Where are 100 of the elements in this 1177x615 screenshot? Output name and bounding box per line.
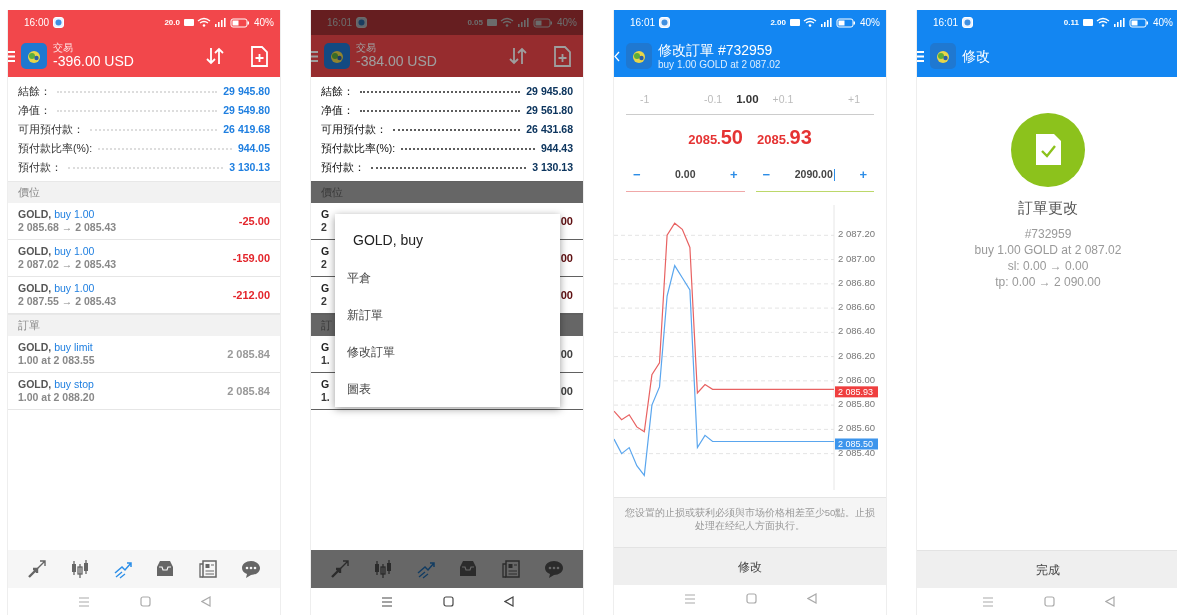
menu-item[interactable]: 圖表	[347, 370, 548, 407]
done-button[interactable]: 完成	[917, 550, 1177, 588]
price-range: 2 085.68 → 2 085.43	[18, 221, 117, 233]
candlestick-icon[interactable]	[373, 559, 393, 579]
section-title: 訂單	[18, 317, 40, 333]
symbol-label: G	[321, 341, 330, 354]
symbol-label: G	[321, 208, 330, 221]
axis-label: 2 086.80	[838, 276, 875, 288]
battery-level: 40%	[860, 16, 880, 30]
screen-title: 修改訂單 #732959	[658, 42, 774, 59]
arrows-icon[interactable]	[330, 559, 351, 579]
arrows-icon[interactable]	[27, 559, 48, 579]
price-quote: 2085.93	[757, 124, 812, 150]
summary-label: 預付款：	[18, 159, 62, 175]
inbox-icon[interactable]	[458, 559, 479, 579]
profit-value: 2 085.84	[227, 346, 270, 362]
field-value: 2090.00	[794, 166, 835, 183]
recents-icon[interactable]	[380, 596, 393, 607]
summary-value: 944.43	[540, 140, 573, 156]
notification-icon	[659, 17, 671, 28]
trend-icon[interactable]	[415, 559, 436, 579]
price-range: 2 087.55 → 2 085.43	[18, 295, 117, 307]
axis-label: 2 086.60	[838, 301, 875, 313]
app-logo-icon	[324, 43, 350, 69]
home-icon[interactable]	[442, 596, 454, 607]
result-detail: #732959	[1024, 225, 1072, 242]
symbol-label: GOLD,	[18, 282, 52, 295]
order-type: buy 1.00	[54, 282, 95, 295]
profit-total: -384.00 USD	[356, 53, 438, 70]
menu-item[interactable]: 修改訂單	[347, 333, 548, 370]
app-logo-icon	[21, 43, 47, 69]
summary-label: 預付款比率(%):	[18, 140, 93, 156]
new-order-icon[interactable]	[554, 45, 571, 67]
result-title: 訂單更改	[1018, 198, 1078, 218]
order-type: buy 1.00	[54, 208, 95, 221]
status-time: 16:01	[933, 16, 959, 30]
axis-label: 2 087.20	[838, 228, 875, 240]
newspaper-icon[interactable]	[197, 559, 218, 579]
battery-level: 40%	[557, 16, 577, 30]
status-time: 16:01	[327, 16, 353, 30]
chat-icon[interactable]	[543, 559, 564, 579]
sort-icon[interactable]	[205, 46, 225, 66]
axis-label: 2 085.60	[838, 422, 875, 434]
candlestick-icon[interactable]	[70, 559, 90, 579]
profit-value: -159.00	[232, 250, 270, 266]
menu-item[interactable]: 平倉	[347, 259, 548, 296]
trend-icon[interactable]	[112, 559, 133, 579]
modify-button[interactable]: 修改	[614, 547, 886, 585]
status-time: 16:01	[630, 16, 656, 30]
summary-label: 預付款：	[321, 159, 365, 175]
order-type: buy stop	[54, 378, 94, 391]
summary-label: 可用預付款：	[18, 121, 84, 137]
price-quote: 2085.50	[688, 124, 743, 150]
summary-label: 净值：	[321, 102, 354, 118]
result-detail: buy 1.00 GOLD at 2 087.02	[974, 241, 1122, 258]
network-speed: 0.11	[1063, 18, 1079, 27]
volume-value[interactable]: 1.00	[736, 90, 759, 109]
summary-value: 29 561.80	[526, 102, 573, 118]
price-tag: 2 085.93	[835, 386, 878, 398]
summary-value: 26 431.68	[526, 121, 573, 137]
network-speed: 0.05	[467, 18, 483, 27]
price-range: 1.	[321, 354, 330, 366]
inbox-icon[interactable]	[155, 559, 176, 579]
summary-label: 净值：	[18, 102, 51, 118]
new-order-icon[interactable]	[251, 45, 268, 67]
status-icons-drawing	[790, 17, 856, 28]
status-icons-drawing	[184, 17, 250, 28]
symbol-label: GOLD,	[18, 245, 52, 258]
menu-icon[interactable]	[311, 50, 318, 62]
network-speed: 2.00	[770, 18, 786, 27]
back-icon[interactable]	[503, 596, 514, 607]
notification-icon	[356, 17, 368, 28]
menu-icon[interactable]	[8, 50, 15, 62]
symbol-label: GOLD,	[18, 208, 52, 221]
axis-label: 2 086.20	[838, 349, 875, 361]
sort-icon[interactable]	[508, 46, 528, 66]
axis-label: 2 085.80	[838, 398, 875, 410]
result-detail: tp: 0.00 → 2 090.00	[995, 274, 1101, 291]
profit-total: -396.00 USD	[53, 53, 135, 70]
price-range: 1.	[321, 391, 330, 403]
menu-item[interactable]: 新訂單	[347, 296, 548, 333]
summary-value: 26 419.68	[223, 121, 270, 137]
profit-value: -25.00	[238, 213, 270, 229]
summary-label: 結餘：	[321, 83, 354, 99]
status-icons-drawing	[487, 17, 553, 28]
profit-value: 00	[560, 250, 573, 266]
newspaper-icon[interactable]	[500, 559, 521, 579]
notification-icon	[962, 17, 974, 28]
notice-text: 您设置的止损或获利必须與市场价格相差至少50點。止损处理在经纪人方面执行。	[624, 507, 876, 532]
profit-value: 00	[560, 383, 573, 399]
price-range: 2	[321, 221, 327, 233]
profit-value: 00	[560, 213, 573, 229]
price-range: 2	[321, 295, 327, 307]
menu-icon[interactable]	[917, 50, 924, 62]
chat-icon[interactable]	[240, 559, 261, 579]
profit-value: 2 085.84	[227, 383, 270, 399]
app-logo-icon	[626, 43, 652, 69]
axis-label: 2 086.40	[838, 325, 875, 337]
order-summary: buy 1.00 GOLD at 2 087.02	[658, 58, 782, 70]
symbol-label: G	[321, 378, 330, 391]
